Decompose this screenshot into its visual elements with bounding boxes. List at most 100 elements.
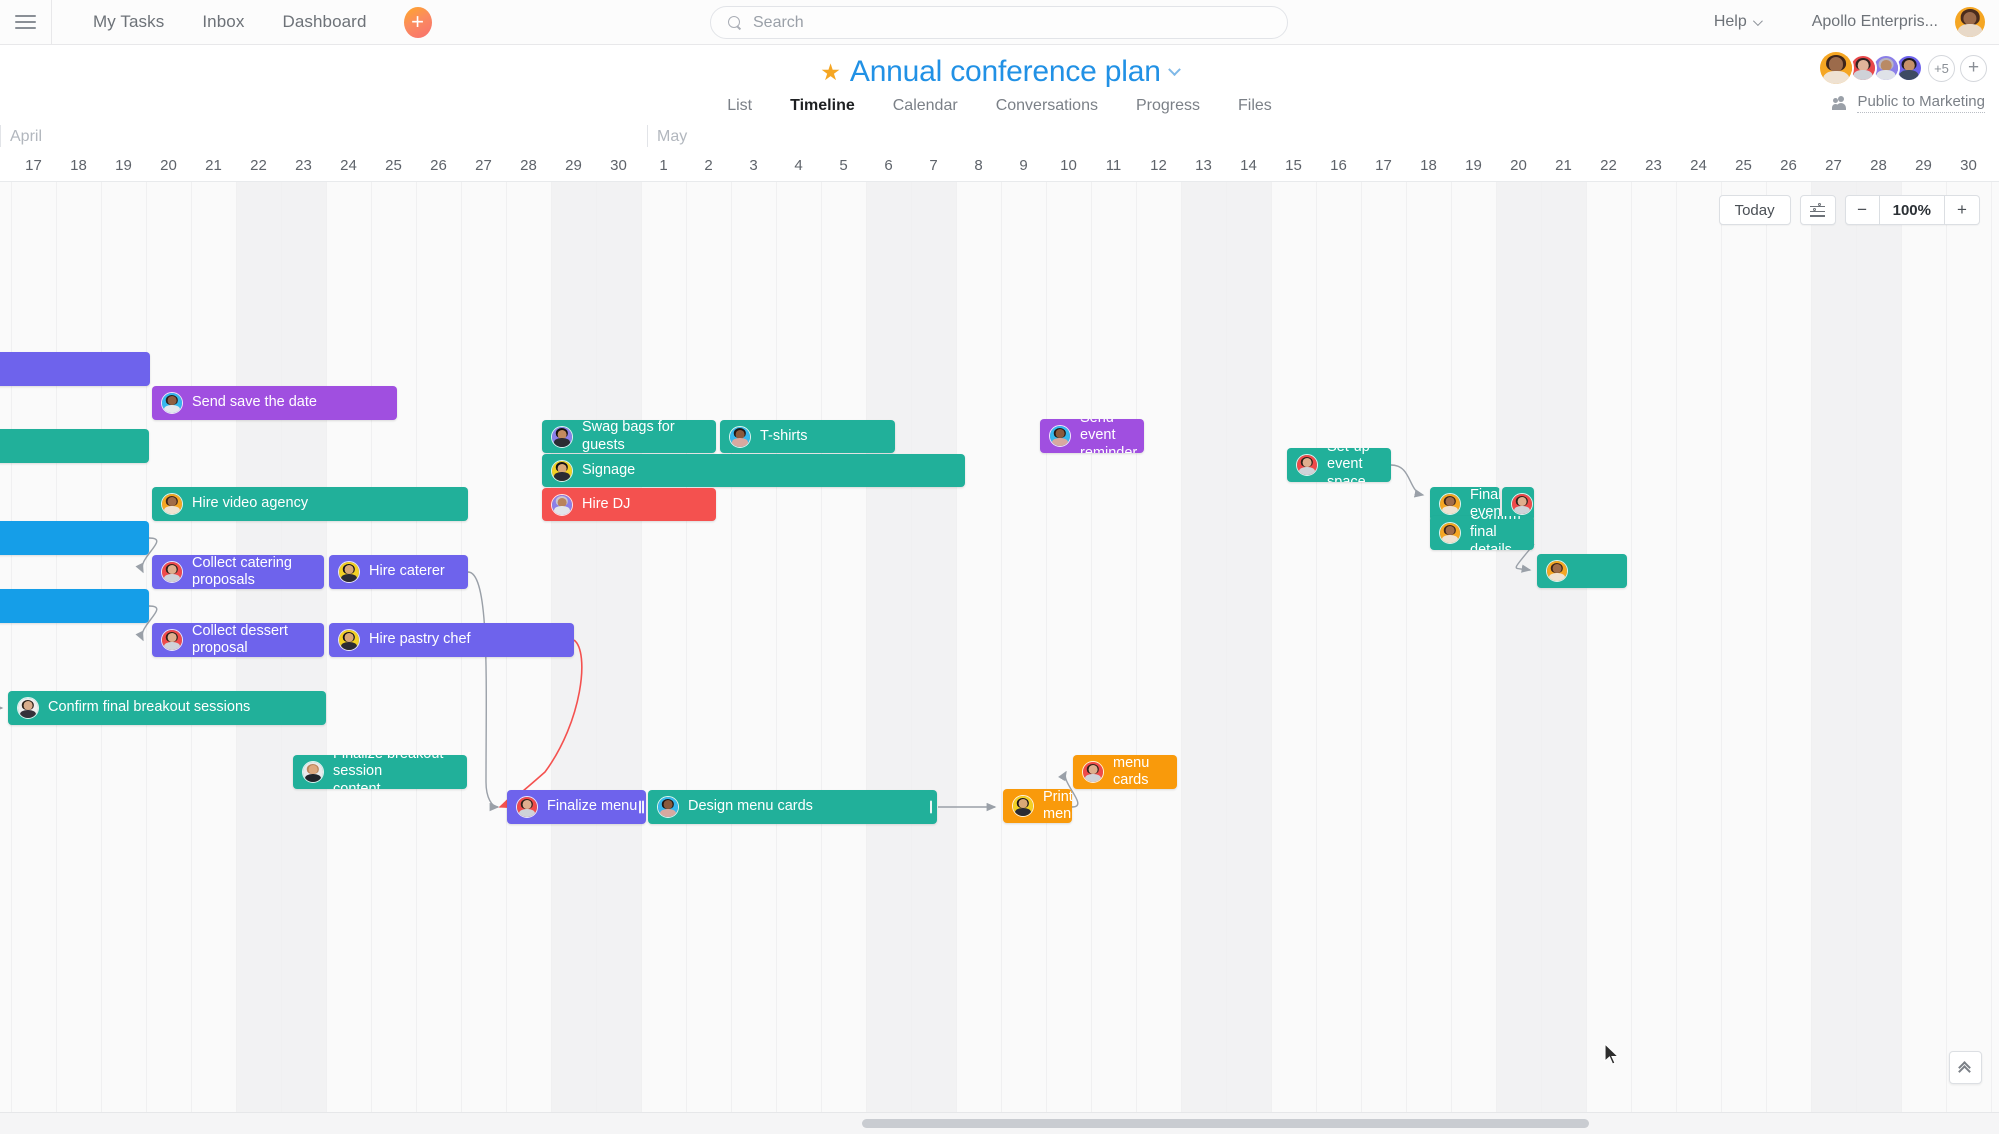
tab-calendar[interactable]: Calendar [874,97,977,125]
task-bar-send-save-the-date[interactable]: Send save the date [152,386,397,420]
task-bar-signage[interactable]: Signage [542,454,965,487]
search-icon [728,15,742,30]
day-label: 4 [794,157,803,174]
day-label: 11 [1105,157,1122,174]
task-bar-hire-video-agency[interactable]: Hire video agency [152,487,468,521]
members-overflow-count[interactable]: +5 [1928,54,1955,82]
task-bar-hire-pastry-chef[interactable]: Hire pastry chef [329,623,574,657]
tab-list[interactable]: List [708,97,771,125]
hamburger-menu-icon[interactable] [0,0,52,44]
day-label: 20 [1510,157,1527,174]
grid-line [1181,182,1182,1112]
task-bar-finalize-menu[interactable]: Finalize menu [507,790,646,824]
task-bar-email-invites[interactable]: …n email invites [0,429,149,463]
horizontal-scrollbar-thumb[interactable] [862,1119,1589,1128]
task-bar-collect-dessert-proposal[interactable]: Collect dessert proposal [152,623,324,657]
collapse-panel-button[interactable] [1949,1051,1982,1084]
tab-timeline[interactable]: Timeline [771,97,874,125]
day-label: 28 [520,157,537,174]
day-label: 25 [1735,157,1752,174]
task-label: T-shirts [760,427,808,444]
task-bar-hire-dj[interactable]: Hire DJ [542,488,716,521]
task-label: Ship menu cards to… [1113,755,1150,788]
help-menu-button[interactable]: Help [1714,13,1763,31]
task-bar-hire-caterer[interactable]: Hire caterer [329,555,468,589]
nav-link-inbox[interactable]: Inbox [183,12,263,32]
task-bar-print-menu[interactable]: Print menu… [1003,789,1072,823]
avatar[interactable] [1955,7,1985,37]
task-label: Hire pastry chef [369,631,471,648]
chevron-down-icon [1752,15,1763,26]
add-member-button[interactable]: + [1960,54,1987,82]
grid-line [1811,182,1812,1112]
day-label: 19 [1465,157,1482,174]
month-separator [647,125,648,147]
grid-line [146,182,147,1112]
task-bar-t-shirts[interactable]: T-shirts [720,420,895,453]
top-right-controls: Help Apollo Enterpris... [1714,0,1999,44]
task-bar-design-menu-cards[interactable]: Design menu cards [648,790,937,824]
project-view-tabs: List Timeline Calendar Conversations Pro… [0,97,1999,125]
organization-name[interactable]: Apollo Enterpris... [1812,13,1938,31]
chevron-down-icon[interactable] [1167,62,1181,76]
day-label: 24 [1690,157,1707,174]
horizontal-scrollbar[interactable] [0,1112,1999,1134]
zoom-in-button[interactable]: + [1945,195,1980,225]
task-bar-ship-menu-cards-to[interactable]: Ship menu cards to… [1073,755,1177,789]
task-label: Send event reminder [1080,419,1138,453]
task-bar-ads[interactable]: …n ads [0,352,150,386]
day-label: 27 [475,157,492,174]
search-input[interactable]: Search [710,6,1288,39]
day-label: 15 [1285,157,1302,174]
tab-files[interactable]: Files [1219,97,1291,125]
task-label: Hire caterer [369,563,445,580]
day-label: 30 [1960,157,1977,174]
zoom-out-button[interactable]: − [1844,195,1880,225]
timeline-canvas[interactable]: …n ads Send save the date …n email invites… [0,182,1999,1112]
project-privacy[interactable]: Public to Marketing [1832,93,1985,113]
nav-link-dashboard[interactable]: Dashboard [263,12,385,32]
task-bar-confirm-final-breakout[interactable]: Confirm final breakout sessions [8,691,326,725]
day-label: 23 [295,157,312,174]
day-label: 18 [70,157,87,174]
day-label: 5 [839,157,848,174]
day-row: 17 18 19 20 21 22 23 24 25 26 27 28 29 30 1 2 3 4 5 6 7 8 9 10 1… [0,152,1999,182]
task-bar-confirm-final-details[interactable]: Confirm final details [1430,516,1534,550]
day-label: 13 [1195,157,1212,174]
avatar [338,561,360,583]
filter-settings-button[interactable] [1799,195,1836,225]
grid-line [1316,182,1317,1112]
task-bar-collect-catering-proposals[interactable]: Collect catering proposals [152,555,324,589]
day-label: 19 [115,157,132,174]
avatar [1439,493,1461,515]
grid-line [1946,182,1947,1112]
task-bar-set-up-event-space[interactable]: Set-up event space [1287,448,1391,482]
day-label: 25 [385,157,402,174]
global-nav-links: My Tasks Inbox Dashboard + [74,6,432,38]
star-icon[interactable]: ★ [820,60,841,84]
grid-line [821,182,822,1112]
avatar [516,796,538,818]
task-bar-swag-bags-for-guests[interactable]: Swag bags for guests [542,420,716,453]
day-label: 14 [1240,157,1257,174]
nav-link-my-tasks[interactable]: My Tasks [74,12,183,32]
avatar [302,761,324,783]
timeline-ruler: AprilMay 1718192021222324252627282930123… [0,122,1999,237]
grid-line [641,182,642,1112]
task-bar-caterers[interactable]: …caterers [0,521,149,555]
task-bar-pastry-chefs[interactable]: …pastry chefs [0,589,149,623]
tab-progress[interactable]: Progress [1117,97,1219,125]
task-bar-finalize-breakout-content[interactable]: Finalize breakout session content [293,755,467,789]
day-label: 21 [1555,157,1572,174]
task-bar-send-event-reminder[interactable]: Send event reminder [1040,419,1144,453]
avatar[interactable] [1818,50,1854,86]
task-bar-offscreen-right-task[interactable] [1537,554,1627,588]
avatar [161,561,183,583]
project-title-text[interactable]: Annual conference plan [850,55,1161,89]
task-resize-handle[interactable] [639,800,644,814]
tab-conversations[interactable]: Conversations [977,97,1117,125]
today-button[interactable]: Today [1718,195,1791,225]
avatar [1546,560,1568,582]
task-resize-handle[interactable] [930,800,932,814]
quick-add-button[interactable]: + [403,6,432,38]
